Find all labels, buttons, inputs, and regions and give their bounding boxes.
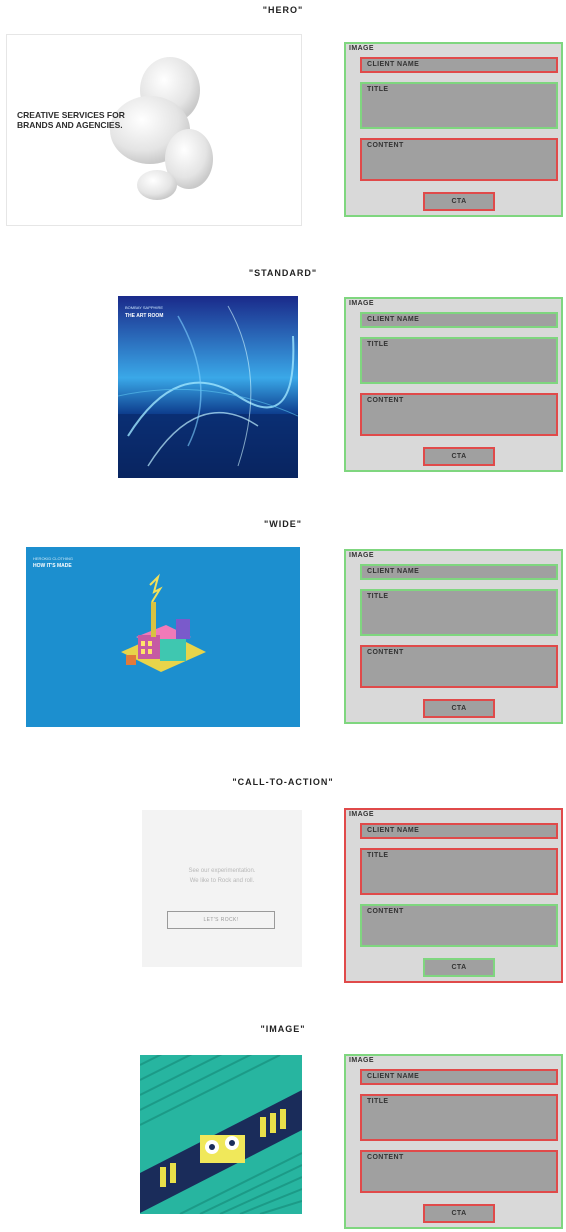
content-slot: CONTENT	[360, 1150, 558, 1193]
lets-rock-button: LET'S ROCK!	[167, 911, 275, 929]
factory-illustration	[121, 573, 206, 672]
section-heading-call-to-action: "CALL-TO-ACTION"	[232, 777, 334, 787]
title-slot: TITLE	[360, 337, 558, 384]
content-slot: CONTENT	[360, 138, 558, 181]
client-name-slot: CLIENT NAME	[360, 1069, 558, 1085]
cta-slot: CTA	[423, 447, 495, 466]
image-label: IMAGE	[349, 300, 374, 307]
wide-layout-panel: IMAGE CLIENT NAME TITLE CONTENT CTA	[344, 549, 563, 724]
image-label: IMAGE	[349, 45, 374, 52]
wide-client-text: HEROKID CLOTHING	[33, 556, 74, 561]
client-name-slot: CLIENT NAME	[360, 57, 558, 73]
call-to-action-preview-image: See our experimentation. We like to Rock…	[142, 810, 302, 967]
hero-preview-image: CREATIVE SERVICES FOR BRANDS AND AGENCIE…	[6, 34, 302, 226]
cta-preview-line1: See our experimentation.	[188, 868, 256, 874]
art-room-graphic	[118, 296, 298, 478]
cta-slot: CTA	[423, 1204, 495, 1223]
content-slot: CONTENT	[360, 645, 558, 688]
title-slot: TITLE	[360, 1094, 558, 1141]
cta-slot: CTA	[423, 192, 495, 211]
wide-title-text: HOW IT'S MADE	[33, 563, 72, 569]
image-label: IMAGE	[349, 811, 374, 818]
client-name-slot: CLIENT NAME	[360, 823, 558, 839]
client-name-slot: CLIENT NAME	[360, 312, 558, 328]
hero-blob-graphic	[110, 57, 213, 200]
call-to-action-layout-panel: IMAGE CLIENT NAME TITLE CONTENT CTA	[344, 808, 563, 983]
hero-layout-panel: IMAGE CLIENT NAME TITLE CONTENT CTA	[344, 42, 563, 217]
hero-headline: CREATIVE SERVICES FOR BRANDS AND AGENCIE…	[17, 110, 125, 130]
section-heading-wide: "WIDE"	[263, 519, 303, 529]
image-preview-illustration	[140, 1055, 302, 1214]
image-label: IMAGE	[349, 1057, 374, 1064]
wide-preview-image: HEROKID CLOTHING HOW IT'S MADE	[26, 547, 300, 727]
title-slot: TITLE	[360, 848, 558, 895]
standard-preview-image: BOMBAY SAPPHIRE THE ART ROOM	[118, 296, 298, 478]
content-slot: CONTENT	[360, 904, 558, 947]
title-slot: TITLE	[360, 589, 558, 636]
section-heading-image: "IMAGE"	[260, 1024, 306, 1034]
cta-preview-line2: We like to Rock and roll.	[189, 878, 255, 884]
content-slot: CONTENT	[360, 393, 558, 436]
image-layout-panel: IMAGE CLIENT NAME TITLE CONTENT CTA	[344, 1054, 563, 1229]
section-heading-hero: "HERO"	[262, 5, 304, 15]
cta-slot: CTA	[423, 699, 495, 718]
section-heading-standard: "STANDARD"	[248, 268, 318, 278]
stripe-robot-graphic	[140, 1055, 302, 1214]
standard-client-text: BOMBAY SAPPHIRE	[125, 305, 164, 310]
client-name-slot: CLIENT NAME	[360, 564, 558, 580]
standard-layout-panel: IMAGE CLIENT NAME TITLE CONTENT CTA	[344, 297, 563, 472]
image-label: IMAGE	[349, 552, 374, 559]
cta-slot: CTA	[423, 958, 495, 977]
standard-title-text: THE ART ROOM	[125, 313, 164, 319]
title-slot: TITLE	[360, 82, 558, 129]
